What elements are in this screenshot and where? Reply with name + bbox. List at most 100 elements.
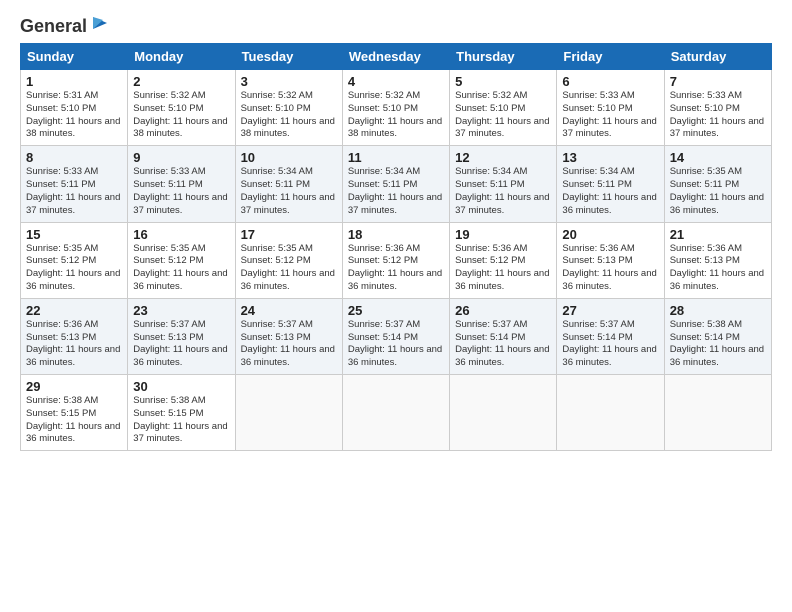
- day-number: 16: [133, 227, 229, 242]
- calendar-cell: 29 Sunrise: 5:38 AMSunset: 5:15 PMDaylig…: [21, 375, 128, 451]
- weekday-header-monday: Monday: [128, 44, 235, 70]
- day-number: 1: [26, 74, 122, 89]
- day-info: Sunrise: 5:32 AMSunset: 5:10 PMDaylight:…: [133, 90, 229, 141]
- day-info: Sunrise: 5:37 AMSunset: 5:14 PMDaylight:…: [455, 319, 551, 370]
- weekday-header-saturday: Saturday: [664, 44, 771, 70]
- calendar-cell: 19 Sunrise: 5:36 AMSunset: 5:12 PMDaylig…: [450, 222, 557, 298]
- day-number: 4: [348, 74, 444, 89]
- weekday-header-sunday: Sunday: [21, 44, 128, 70]
- day-info: Sunrise: 5:32 AMSunset: 5:10 PMDaylight:…: [455, 90, 551, 141]
- day-number: 8: [26, 150, 122, 165]
- day-info: Sunrise: 5:34 AMSunset: 5:11 PMDaylight:…: [348, 166, 444, 217]
- page: General SundayMondayTuesdayWednesdayThur…: [0, 0, 792, 612]
- calendar-cell: 8 Sunrise: 5:33 AMSunset: 5:11 PMDayligh…: [21, 146, 128, 222]
- calendar-cell: 10 Sunrise: 5:34 AMSunset: 5:11 PMDaylig…: [235, 146, 342, 222]
- day-number: 30: [133, 379, 229, 394]
- day-info: Sunrise: 5:31 AMSunset: 5:10 PMDaylight:…: [26, 90, 122, 141]
- day-number: 10: [241, 150, 337, 165]
- day-info: Sunrise: 5:37 AMSunset: 5:13 PMDaylight:…: [133, 319, 229, 370]
- calendar-cell: 3 Sunrise: 5:32 AMSunset: 5:10 PMDayligh…: [235, 70, 342, 146]
- calendar-cell: [664, 375, 771, 451]
- calendar-cell: [235, 375, 342, 451]
- calendar-cell: 21 Sunrise: 5:36 AMSunset: 5:13 PMDaylig…: [664, 222, 771, 298]
- day-info: Sunrise: 5:36 AMSunset: 5:13 PMDaylight:…: [562, 243, 658, 294]
- calendar-cell: [557, 375, 664, 451]
- calendar-week-row: 22 Sunrise: 5:36 AMSunset: 5:13 PMDaylig…: [21, 298, 772, 374]
- day-number: 21: [670, 227, 766, 242]
- calendar-cell: 5 Sunrise: 5:32 AMSunset: 5:10 PMDayligh…: [450, 70, 557, 146]
- weekday-header-thursday: Thursday: [450, 44, 557, 70]
- day-info: Sunrise: 5:36 AMSunset: 5:12 PMDaylight:…: [348, 243, 444, 294]
- calendar-cell: 13 Sunrise: 5:34 AMSunset: 5:11 PMDaylig…: [557, 146, 664, 222]
- day-info: Sunrise: 5:33 AMSunset: 5:11 PMDaylight:…: [133, 166, 229, 217]
- day-info: Sunrise: 5:35 AMSunset: 5:12 PMDaylight:…: [133, 243, 229, 294]
- calendar-header-row: SundayMondayTuesdayWednesdayThursdayFrid…: [21, 44, 772, 70]
- calendar-cell: 22 Sunrise: 5:36 AMSunset: 5:13 PMDaylig…: [21, 298, 128, 374]
- calendar-cell: 23 Sunrise: 5:37 AMSunset: 5:13 PMDaylig…: [128, 298, 235, 374]
- day-number: 15: [26, 227, 122, 242]
- day-number: 5: [455, 74, 551, 89]
- day-number: 7: [670, 74, 766, 89]
- day-info: Sunrise: 5:37 AMSunset: 5:13 PMDaylight:…: [241, 319, 337, 370]
- weekday-header-tuesday: Tuesday: [235, 44, 342, 70]
- logo: General: [20, 15, 111, 35]
- calendar-cell: 11 Sunrise: 5:34 AMSunset: 5:11 PMDaylig…: [342, 146, 449, 222]
- weekday-header-wednesday: Wednesday: [342, 44, 449, 70]
- calendar-week-row: 15 Sunrise: 5:35 AMSunset: 5:12 PMDaylig…: [21, 222, 772, 298]
- day-info: Sunrise: 5:37 AMSunset: 5:14 PMDaylight:…: [348, 319, 444, 370]
- calendar-cell: 9 Sunrise: 5:33 AMSunset: 5:11 PMDayligh…: [128, 146, 235, 222]
- day-number: 14: [670, 150, 766, 165]
- day-number: 27: [562, 303, 658, 318]
- day-number: 29: [26, 379, 122, 394]
- day-info: Sunrise: 5:34 AMSunset: 5:11 PMDaylight:…: [562, 166, 658, 217]
- calendar-cell: 17 Sunrise: 5:35 AMSunset: 5:12 PMDaylig…: [235, 222, 342, 298]
- day-info: Sunrise: 5:33 AMSunset: 5:10 PMDaylight:…: [562, 90, 658, 141]
- calendar-cell: [342, 375, 449, 451]
- day-info: Sunrise: 5:36 AMSunset: 5:13 PMDaylight:…: [670, 243, 766, 294]
- day-info: Sunrise: 5:37 AMSunset: 5:14 PMDaylight:…: [562, 319, 658, 370]
- day-number: 24: [241, 303, 337, 318]
- day-number: 12: [455, 150, 551, 165]
- day-info: Sunrise: 5:38 AMSunset: 5:15 PMDaylight:…: [26, 395, 122, 446]
- header: General: [20, 15, 772, 35]
- day-info: Sunrise: 5:38 AMSunset: 5:14 PMDaylight:…: [670, 319, 766, 370]
- day-number: 2: [133, 74, 229, 89]
- day-number: 22: [26, 303, 122, 318]
- day-info: Sunrise: 5:34 AMSunset: 5:11 PMDaylight:…: [455, 166, 551, 217]
- logo-flag-icon: [89, 15, 111, 37]
- calendar-cell: 2 Sunrise: 5:32 AMSunset: 5:10 PMDayligh…: [128, 70, 235, 146]
- calendar-cell: 1 Sunrise: 5:31 AMSunset: 5:10 PMDayligh…: [21, 70, 128, 146]
- calendar-cell: 30 Sunrise: 5:38 AMSunset: 5:15 PMDaylig…: [128, 375, 235, 451]
- day-number: 9: [133, 150, 229, 165]
- day-number: 6: [562, 74, 658, 89]
- day-info: Sunrise: 5:35 AMSunset: 5:12 PMDaylight:…: [26, 243, 122, 294]
- calendar-cell: 14 Sunrise: 5:35 AMSunset: 5:11 PMDaylig…: [664, 146, 771, 222]
- logo-general-text: General: [20, 16, 87, 37]
- day-info: Sunrise: 5:33 AMSunset: 5:11 PMDaylight:…: [26, 166, 122, 217]
- day-number: 26: [455, 303, 551, 318]
- calendar-cell: 7 Sunrise: 5:33 AMSunset: 5:10 PMDayligh…: [664, 70, 771, 146]
- calendar-cell: 26 Sunrise: 5:37 AMSunset: 5:14 PMDaylig…: [450, 298, 557, 374]
- calendar-cell: 28 Sunrise: 5:38 AMSunset: 5:14 PMDaylig…: [664, 298, 771, 374]
- day-info: Sunrise: 5:35 AMSunset: 5:12 PMDaylight:…: [241, 243, 337, 294]
- day-info: Sunrise: 5:32 AMSunset: 5:10 PMDaylight:…: [348, 90, 444, 141]
- day-number: 20: [562, 227, 658, 242]
- calendar-cell: 6 Sunrise: 5:33 AMSunset: 5:10 PMDayligh…: [557, 70, 664, 146]
- calendar-cell: 20 Sunrise: 5:36 AMSunset: 5:13 PMDaylig…: [557, 222, 664, 298]
- day-number: 3: [241, 74, 337, 89]
- day-number: 28: [670, 303, 766, 318]
- day-info: Sunrise: 5:35 AMSunset: 5:11 PMDaylight:…: [670, 166, 766, 217]
- calendar-cell: 4 Sunrise: 5:32 AMSunset: 5:10 PMDayligh…: [342, 70, 449, 146]
- day-number: 13: [562, 150, 658, 165]
- day-number: 25: [348, 303, 444, 318]
- calendar-cell: 16 Sunrise: 5:35 AMSunset: 5:12 PMDaylig…: [128, 222, 235, 298]
- calendar-cell: 24 Sunrise: 5:37 AMSunset: 5:13 PMDaylig…: [235, 298, 342, 374]
- calendar-cell: 15 Sunrise: 5:35 AMSunset: 5:12 PMDaylig…: [21, 222, 128, 298]
- calendar-week-row: 29 Sunrise: 5:38 AMSunset: 5:15 PMDaylig…: [21, 375, 772, 451]
- calendar-week-row: 8 Sunrise: 5:33 AMSunset: 5:11 PMDayligh…: [21, 146, 772, 222]
- day-info: Sunrise: 5:33 AMSunset: 5:10 PMDaylight:…: [670, 90, 766, 141]
- calendar-cell: 27 Sunrise: 5:37 AMSunset: 5:14 PMDaylig…: [557, 298, 664, 374]
- weekday-header-friday: Friday: [557, 44, 664, 70]
- day-number: 19: [455, 227, 551, 242]
- day-number: 18: [348, 227, 444, 242]
